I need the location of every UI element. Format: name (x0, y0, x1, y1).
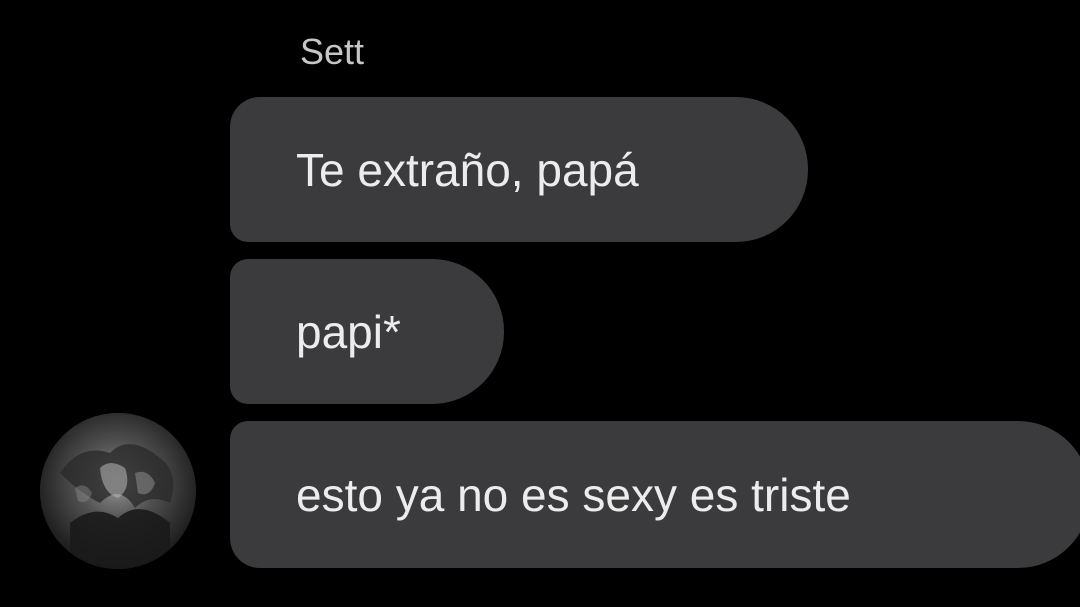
avatar-photo-icon (40, 413, 196, 569)
message-text: esto ya no es sexy es triste (296, 468, 851, 521)
message-bubble[interactable]: Te extraño, papá (230, 97, 808, 242)
message-text: Te extraño, papá (296, 143, 639, 196)
sender-name: Sett (300, 31, 365, 72)
message-bubble[interactable]: papi* (230, 259, 504, 404)
chat-thread: Sett Te extraño, papá papi* esto ya no e… (0, 0, 1080, 607)
message-text: papi* (296, 305, 401, 358)
avatar[interactable] (40, 413, 196, 569)
message-bubble[interactable]: esto ya no es sexy es triste (230, 421, 1080, 568)
